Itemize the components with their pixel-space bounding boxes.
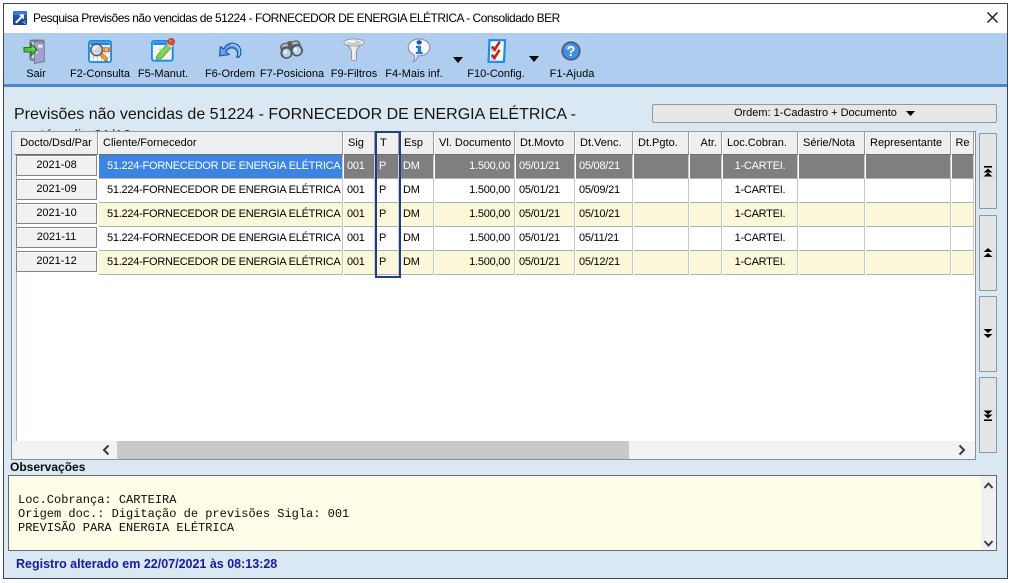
svg-text:?: ?: [567, 44, 576, 60]
